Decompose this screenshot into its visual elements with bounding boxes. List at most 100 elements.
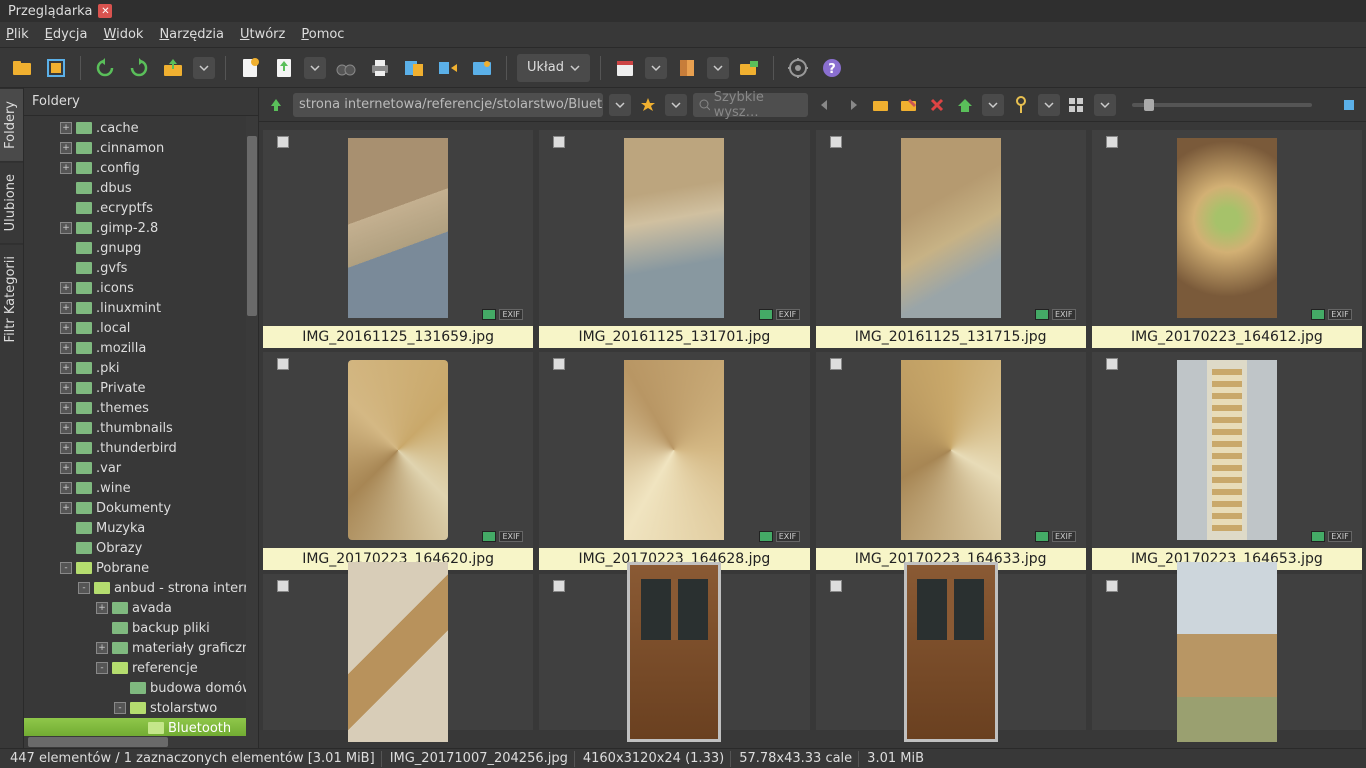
expand-icon[interactable]: + [60,302,72,314]
help-icon[interactable]: ? [818,54,846,82]
tree-node[interactable]: +.themes [24,398,258,418]
select-checkbox[interactable] [553,580,565,592]
tree-node[interactable]: +.var [24,458,258,478]
expand-icon[interactable]: + [60,122,72,134]
tree-node[interactable]: backup pliki [24,618,258,638]
tree-node[interactable]: +.gimp-2.8 [24,218,258,238]
grid-view-icon[interactable] [1066,94,1088,116]
thumbnail-image[interactable] [816,574,1086,730]
thumbnail-filename[interactable]: IMG_20170223_164612.jpg [1092,326,1362,348]
tree-node[interactable]: +avada [24,598,258,618]
collapse-icon[interactable]: - [96,662,108,674]
tree-node[interactable]: -anbud - strona internetowa [24,578,258,598]
thumbnail-image[interactable]: EXIF [1092,352,1362,548]
tree-node[interactable]: +.mozilla [24,338,258,358]
select-checkbox[interactable] [830,358,842,370]
tree-node[interactable]: Obrazy [24,538,258,558]
select-checkbox[interactable] [277,580,289,592]
select-checkbox[interactable] [830,136,842,148]
edit-folder-icon[interactable] [898,94,920,116]
expand-icon[interactable]: + [60,402,72,414]
thumbnail-filename[interactable]: IMG_20161125_131715.jpg [816,326,1086,348]
delete-icon[interactable] [926,94,948,116]
book-dropdown[interactable] [707,57,729,79]
tab-folders[interactable]: Foldery [0,88,23,161]
thumbnail-image[interactable]: EXIF [539,130,809,326]
select-checkbox[interactable] [1106,136,1118,148]
export-dropdown[interactable] [304,57,326,79]
search-input[interactable]: Szybkie wysz… [693,93,808,117]
close-icon[interactable]: ✕ [98,4,112,18]
expand-icon[interactable]: + [60,462,72,474]
tree-node[interactable]: +materiały graficzne [24,638,258,658]
thumbnail-image[interactable]: EXIF [1092,130,1362,326]
thumbnail-cell[interactable]: EXIFIMG_20170223_164633.jpg [816,352,1086,570]
tree-node[interactable]: Bluetooth [24,718,258,736]
tree-node[interactable]: +.icons [24,278,258,298]
thumbnail-image[interactable]: EXIF [816,352,1086,548]
expand-icon[interactable]: + [60,322,72,334]
layout-button[interactable]: Układ [517,54,590,82]
thumbnail-cell[interactable] [816,574,1086,730]
thumbnail-area[interactable]: EXIFIMG_20161125_131659.jpgEXIFIMG_20161… [259,122,1366,748]
thumbnail-image[interactable]: EXIF [539,352,809,548]
tree-node[interactable]: +.wine [24,478,258,498]
thumbnail-image[interactable]: EXIF [816,130,1086,326]
menu-create[interactable]: Utwórz [240,27,285,42]
tag-folder-icon[interactable] [735,54,763,82]
capture-icon[interactable] [468,54,496,82]
thumbnail-cell[interactable]: EXIFIMG_20170223_164612.jpg [1092,130,1362,348]
select-checkbox[interactable] [1106,580,1118,592]
tab-category-filter[interactable]: Filtr Kategorii [0,243,23,354]
tree-node[interactable]: .gvfs [24,258,258,278]
new-file-icon[interactable] [236,54,264,82]
tree-node[interactable]: +.thumbnails [24,418,258,438]
tree-node[interactable]: +.cinnamon [24,138,258,158]
thumbnail-cell[interactable] [539,574,809,730]
thumbnail-cell[interactable]: EXIFIMG_20161125_131715.jpg [816,130,1086,348]
expand-icon[interactable]: + [60,442,72,454]
thumbnail-cell[interactable]: EXIFIMG_20170223_164653.jpg [1092,352,1362,570]
thumbnail-cell[interactable] [1092,574,1362,730]
expand-icon[interactable]: + [60,362,72,374]
export-file-icon[interactable] [270,54,298,82]
expand-icon[interactable]: + [96,642,108,654]
key-dropdown[interactable] [1038,94,1060,116]
key-icon[interactable] [1010,94,1032,116]
tree-node[interactable]: +.pki [24,358,258,378]
expand-icon[interactable]: + [60,342,72,354]
collapse-icon[interactable]: - [114,702,126,714]
batch-rename-icon[interactable] [400,54,428,82]
thumbnail-image[interactable] [539,574,809,730]
thumbnail-cell[interactable]: EXIFIMG_20161125_131659.jpg [263,130,533,348]
folder-tree[interactable]: +.cache+.cinnamon+.config.dbus.ecryptfs+… [24,116,258,736]
expand-icon[interactable]: + [96,602,108,614]
select-checkbox[interactable] [553,358,565,370]
home-dropdown[interactable] [982,94,1004,116]
tree-node[interactable]: .ecryptfs [24,198,258,218]
expand-icon[interactable]: + [60,482,72,494]
select-checkbox[interactable] [277,358,289,370]
menu-help[interactable]: Pomoc [301,27,344,42]
zoom-slider[interactable] [1132,103,1312,107]
star-dropdown[interactable] [665,94,687,116]
expand-icon[interactable]: + [60,502,72,514]
print-icon[interactable] [366,54,394,82]
tab-favorites[interactable]: Ulubione [0,161,23,243]
folder-history-dropdown[interactable] [193,57,215,79]
thumbnail-image[interactable]: EXIF [263,352,533,548]
select-checkbox[interactable] [1106,358,1118,370]
thumbnail-filename[interactable]: IMG_20161125_131659.jpg [263,326,533,348]
menu-view[interactable]: Widok [104,27,144,42]
expand-icon[interactable]: + [60,382,72,394]
path-dropdown[interactable] [609,94,631,116]
select-checkbox[interactable] [830,580,842,592]
settings-icon[interactable] [784,54,812,82]
thumbnail-image[interactable] [1092,574,1362,730]
refresh-cw-icon[interactable] [125,54,153,82]
tree-scrollbar[interactable] [246,116,258,736]
view-dropdown[interactable] [1094,94,1116,116]
nav-forward-icon[interactable] [842,94,864,116]
home-icon[interactable] [954,94,976,116]
path-input[interactable]: strona internetowa/referencje/stolarstwo… [293,93,603,117]
